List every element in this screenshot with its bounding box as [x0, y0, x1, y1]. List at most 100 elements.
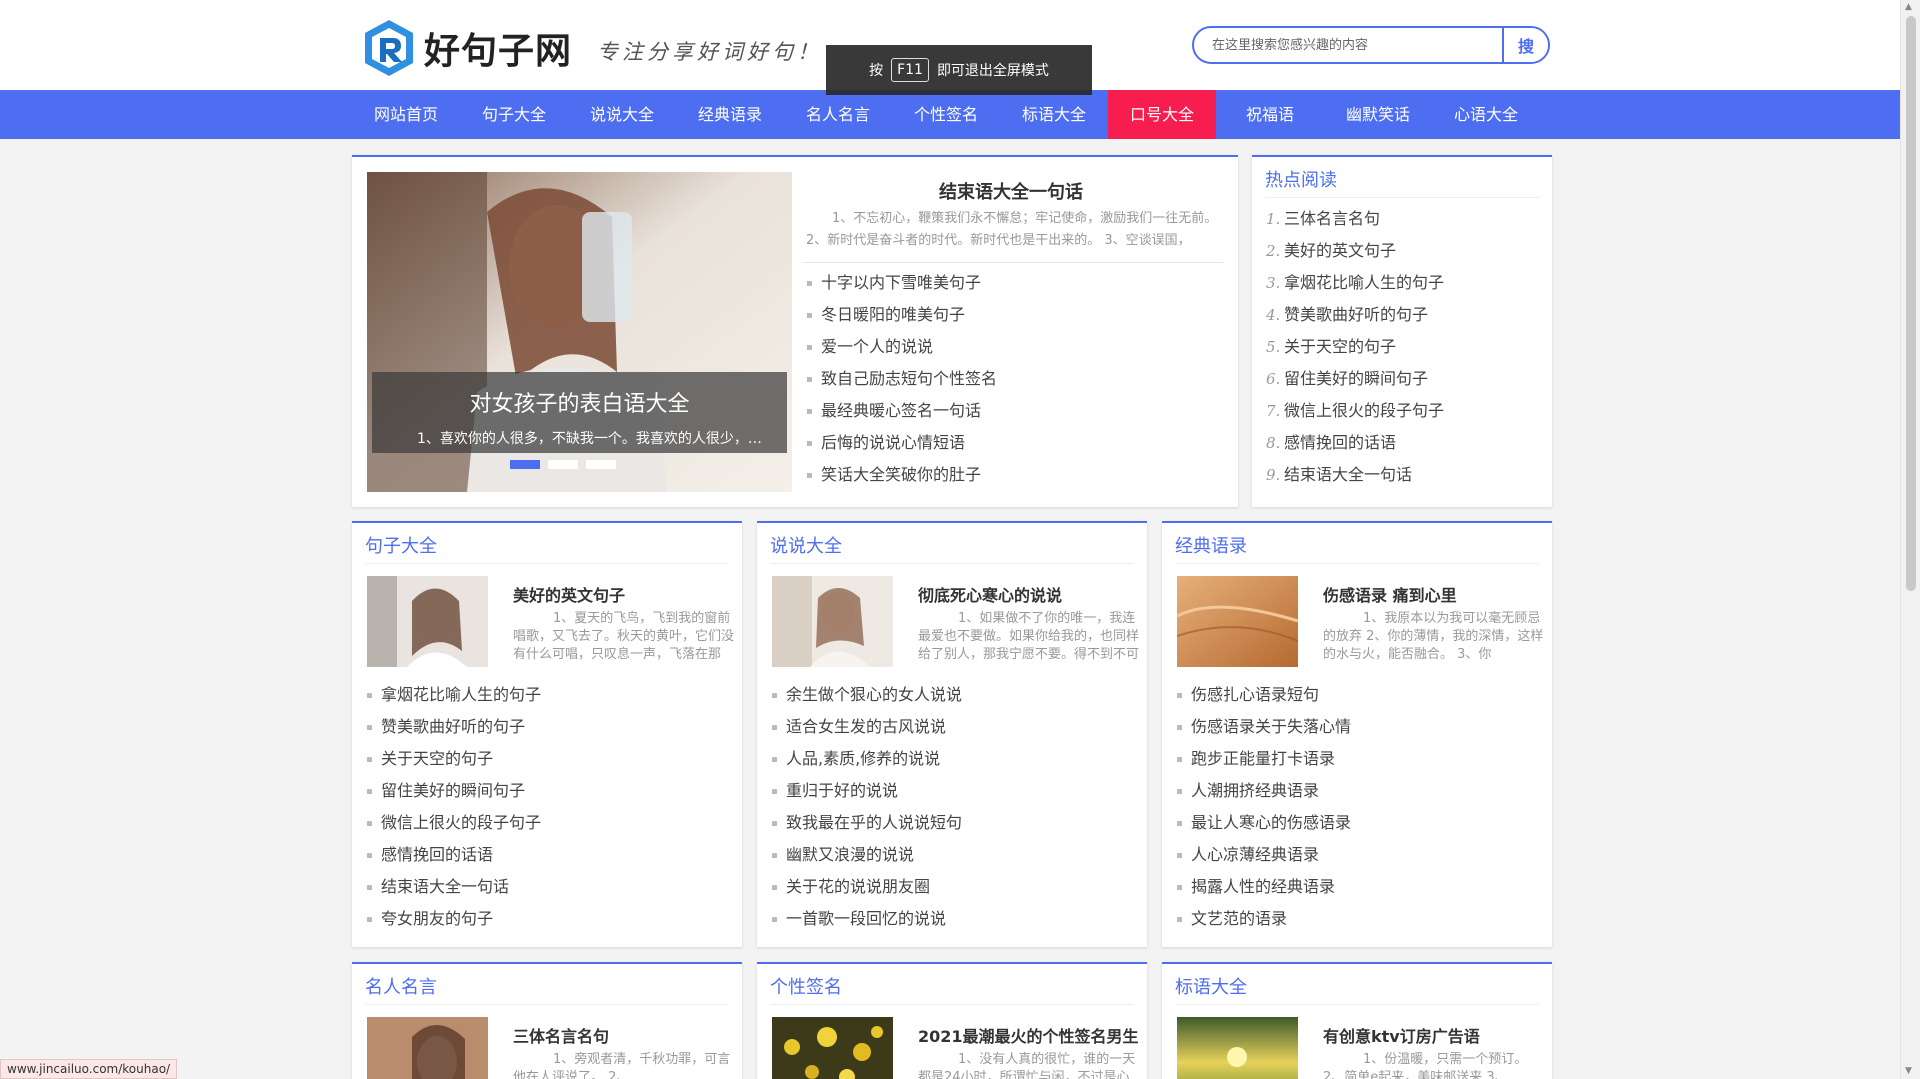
list-item[interactable]: 感情挽回的话语 — [367, 839, 541, 871]
search-box: 搜 — [1192, 26, 1550, 64]
nav-item-home[interactable]: 网站首页 — [352, 90, 460, 139]
nav-item-sentences[interactable]: 句子大全 — [460, 90, 568, 139]
site-logo[interactable]: 好句子网 — [362, 18, 572, 78]
hot-item[interactable]: 5. 关于天空的句子 — [1266, 331, 1444, 363]
hot-item[interactable]: 1. 三体名言名句 — [1266, 203, 1444, 235]
hot-text: 关于天空的句子 — [1284, 337, 1397, 356]
card-thumbnail[interactable] — [367, 576, 488, 667]
feature-title[interactable]: 结束语大全一句话 — [802, 178, 1220, 204]
nav-item-quotes[interactable]: 经典语录 — [676, 90, 784, 139]
list-item[interactable]: 适合女生发的古风说说 — [772, 711, 962, 743]
hot-text: 拿烟花比喻人生的句子 — [1284, 273, 1445, 292]
list-item[interactable]: 文艺范的语录 — [1177, 903, 1351, 935]
section-title[interactable]: 名人名言 — [365, 973, 437, 999]
list-item[interactable]: 人品,素质,修养的说说 — [772, 743, 962, 775]
search-button[interactable]: 搜 — [1502, 28, 1548, 62]
hot-item[interactable]: 7. 微信上很火的段子句子 — [1266, 395, 1444, 427]
divider — [1175, 1004, 1539, 1005]
list-item[interactable]: 伤感扎心语录短句 — [1177, 679, 1351, 711]
nav-item-heart-words[interactable]: 心语大全 — [1432, 90, 1540, 139]
list-item[interactable]: 致自己励志短句个性签名 — [807, 363, 997, 395]
hot-item[interactable]: 6. 留住美好的瞬间句子 — [1266, 363, 1444, 395]
list-item[interactable]: 最让人寒心的伤感语录 — [1177, 807, 1351, 839]
list-item[interactable]: 关于天空的句子 — [367, 743, 541, 775]
list-item[interactable]: 人潮拥挤经典语录 — [1177, 775, 1351, 807]
nav-item-slogans[interactable]: 标语大全 — [1000, 90, 1108, 139]
divider — [770, 1004, 1134, 1005]
nav-item-jokes[interactable]: 幽默笑话 — [1324, 90, 1432, 139]
card-title[interactable]: 彻底死心寒心的说说 — [918, 582, 1062, 606]
feature-list: 十字以内下雪唯美句子 冬日暖阳的唯美句子 爱一个人的说说 致自己励志短句个性签名… — [807, 267, 997, 491]
nav-item-shuoshuo[interactable]: 说说大全 — [568, 90, 676, 139]
card-title[interactable]: 有创意ktv订房广告语 — [1323, 1023, 1480, 1047]
list-item[interactable]: 人心凉薄经典语录 — [1177, 839, 1351, 871]
hot-num: 5. — [1266, 338, 1281, 356]
slide-dot[interactable] — [510, 460, 540, 469]
search-input[interactable] — [1194, 28, 1504, 62]
list-item[interactable]: 爱一个人的说说 — [807, 331, 997, 363]
list-item[interactable]: 重归于好的说说 — [772, 775, 962, 807]
nav-item-mottos[interactable]: 口号大全 — [1108, 90, 1216, 139]
card-thumbnail[interactable] — [772, 1017, 893, 1079]
scroll-up-icon[interactable]: ▲ — [1905, 2, 1912, 12]
list-item[interactable]: 笑话大全笑破你的肚子 — [807, 459, 997, 491]
slide-dot[interactable] — [548, 460, 578, 469]
list-item[interactable]: 冬日暖阳的唯美句子 — [807, 299, 997, 331]
slide-dot[interactable] — [586, 460, 616, 469]
list-item[interactable]: 结束语大全一句话 — [367, 871, 541, 903]
list-item[interactable]: 十字以内下雪唯美句子 — [807, 267, 997, 299]
nav-item-signatures[interactable]: 个性签名 — [892, 90, 1000, 139]
scroll-thumb[interactable] — [1906, 16, 1916, 591]
list-item[interactable]: 幽默又浪漫的说说 — [772, 839, 962, 871]
card-desc: 1、旁观者清，千秋功罪，可言他在人评说了。 2、…… — [513, 1052, 731, 1079]
list-item[interactable]: 留住美好的瞬间句子 — [367, 775, 541, 807]
hot-item[interactable]: 2. 美好的英文句子 — [1266, 235, 1444, 267]
section-title[interactable]: 个性签名 — [770, 973, 842, 999]
list-item[interactable]: 一首歌一段回忆的说说 — [772, 903, 962, 935]
nav-item-blessings[interactable]: 祝福语 — [1216, 90, 1324, 139]
hot-item[interactable]: 8. 感情挽回的话语 — [1266, 427, 1444, 459]
hot-text: 留住美好的瞬间句子 — [1284, 369, 1429, 388]
card-desc: 1、没有人真的很忙，谁的一天都是24小时，所谓忙与闲，不过是心里 — [918, 1052, 1136, 1079]
hot-num: 7. — [1266, 402, 1281, 420]
divider — [770, 563, 1134, 564]
list-item[interactable]: 夸女朋友的句子 — [367, 903, 541, 935]
hot-item[interactable]: 9. 结束语大全一句话 — [1266, 459, 1444, 491]
hot-text: 结束语大全一句话 — [1284, 465, 1413, 484]
card-title[interactable]: 美好的英文句子 — [513, 582, 625, 606]
section-title[interactable]: 说说大全 — [770, 532, 842, 558]
card-image — [367, 576, 488, 667]
section-list: 余生做个狠心的女人说说 适合女生发的古风说说 人品,素质,修养的说说 重归于好的… — [772, 679, 962, 935]
nav-item-famous-sayings[interactable]: 名人名言 — [784, 90, 892, 139]
scroll-down-icon[interactable]: ▼ — [1905, 1066, 1912, 1076]
card-thumbnail[interactable] — [367, 1017, 488, 1079]
list-item[interactable]: 伤感语录关于失落心情 — [1177, 711, 1351, 743]
card-thumbnail[interactable] — [1177, 576, 1298, 667]
hot-text: 三体名言名句 — [1284, 209, 1381, 228]
list-item[interactable]: 最经典暖心签名一句话 — [807, 395, 997, 427]
list-item[interactable]: 余生做个狠心的女人说说 — [772, 679, 962, 711]
section-title[interactable]: 经典语录 — [1175, 532, 1247, 558]
list-item[interactable]: 拿烟花比喻人生的句子 — [367, 679, 541, 711]
slide-caption[interactable]: 对女孩子的表白语大全 1、喜欢你的人很多，不缺我一个。我喜欢的人很少，不多你一个… — [372, 372, 787, 453]
list-item[interactable]: 后悔的说说心情短语 — [807, 427, 997, 459]
section-title[interactable]: 标语大全 — [1175, 973, 1247, 999]
list-item[interactable]: 微信上很火的段子句子 — [367, 807, 541, 839]
card-thumbnail[interactable] — [772, 576, 893, 667]
scrollbar[interactable]: ▲ ▼ — [1900, 0, 1920, 1079]
card-title[interactable]: 三体名言名句 — [513, 1023, 609, 1047]
list-item[interactable]: 致我最在乎的人说说短句 — [772, 807, 962, 839]
list-item[interactable]: 跑步正能量打卡语录 — [1177, 743, 1351, 775]
hot-item[interactable]: 3. 拿烟花比喻人生的句子 — [1266, 267, 1444, 299]
list-item[interactable]: 关于花的说说朋友圈 — [772, 871, 962, 903]
list-item[interactable]: 赞美歌曲好听的句子 — [367, 711, 541, 743]
card-desc: 1、我原本以为我可以毫无顾忌的放弃 2、你的薄情，我的深情，这样的水与火，能否融… — [1323, 611, 1544, 662]
slide-title[interactable]: 对女孩子的表白语大全 — [372, 386, 787, 418]
card-thumbnail[interactable] — [1177, 1017, 1298, 1079]
section-title[interactable]: 句子大全 — [365, 532, 437, 558]
list-item[interactable]: 揭露人性的经典语录 — [1177, 871, 1351, 903]
card-title[interactable]: 伤感语录 痛到心里 — [1323, 582, 1457, 606]
slideshow[interactable]: 对女孩子的表白语大全 1、喜欢你的人很多，不缺我一个。我喜欢的人很少，不多你一个… — [367, 172, 792, 492]
card-title[interactable]: 2021最潮最火的个性签名男生 — [918, 1023, 1139, 1047]
hot-item[interactable]: 4. 赞美歌曲好听的句子 — [1266, 299, 1444, 331]
